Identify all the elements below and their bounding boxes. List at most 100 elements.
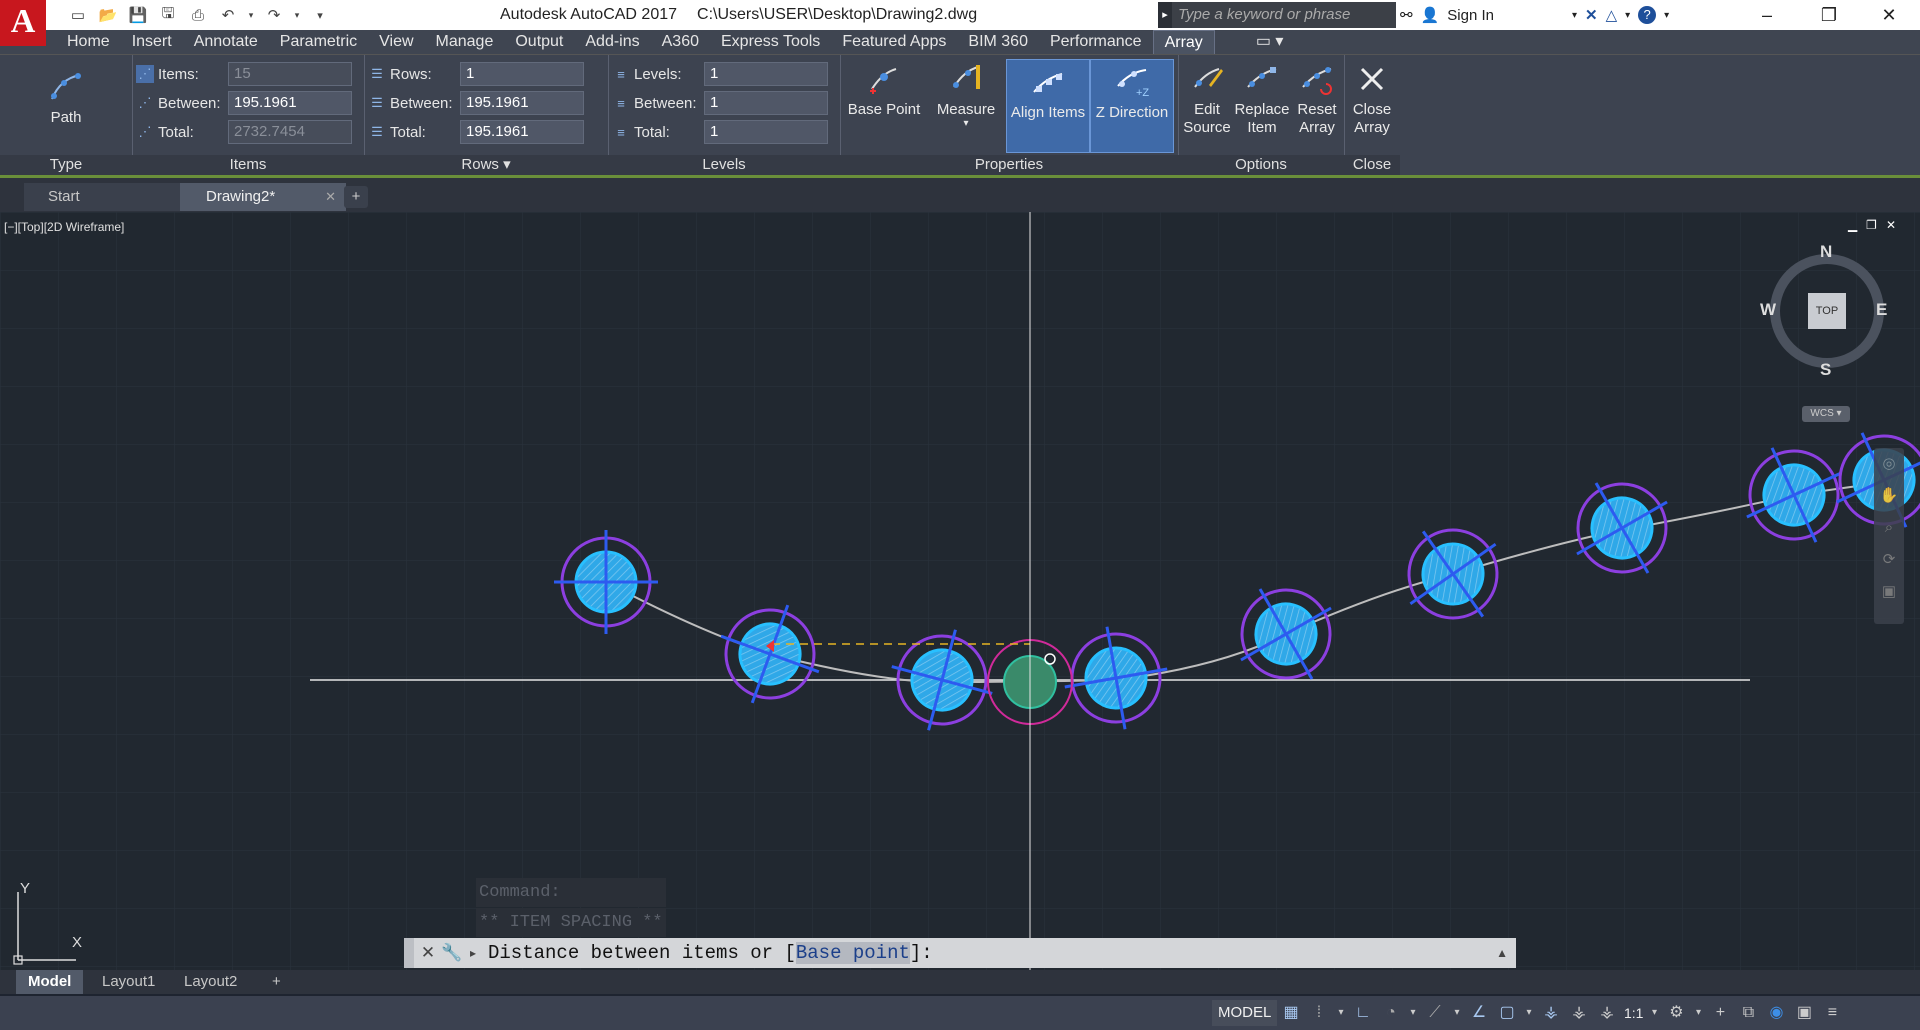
compass-south[interactable]: S [1820, 360, 1831, 380]
tab-output[interactable]: Output [504, 30, 574, 54]
restore-icon[interactable]: ❐ [1800, 0, 1858, 30]
tab-model[interactable]: Model [16, 970, 84, 994]
tab-layout1[interactable]: Layout1 [90, 970, 167, 994]
tab-manage[interactable]: Manage [425, 30, 505, 54]
annotation-scale-icon[interactable]: ⚶ [1596, 1000, 1618, 1026]
print-icon[interactable]: ⎙ [186, 4, 210, 26]
autocad-logo[interactable]: A [0, 0, 46, 46]
rows-panel-label[interactable]: Rows ▾ [364, 155, 608, 175]
tab-layout2[interactable]: Layout2 [172, 970, 249, 994]
annotation-scale-value[interactable]: 1:1 [1624, 1000, 1643, 1026]
auto-scale-icon[interactable]: ⚶ [1568, 1000, 1590, 1026]
levels-total-input[interactable]: 1 [704, 120, 828, 144]
viewport-close-icon[interactable]: ✕ [1886, 218, 1896, 232]
annotation-monitor-icon[interactable]: + [1709, 1000, 1731, 1026]
pan-icon[interactable]: ✋ [1874, 480, 1904, 512]
tab-express-tools[interactable]: Express Tools [710, 30, 831, 54]
autodesk-dropdown-icon[interactable]: ▾ [1625, 10, 1630, 21]
viewcube-top-face[interactable]: TOP [1808, 293, 1846, 329]
tab-close-icon[interactable]: ✕ [325, 183, 336, 211]
snap-icon[interactable]: ⁞ [1308, 1000, 1330, 1026]
viewport-minimize-icon[interactable]: ▁ [1848, 218, 1857, 232]
new-tab-icon[interactable]: + [344, 186, 368, 208]
tab-start[interactable]: Start [24, 183, 198, 211]
binoculars-icon[interactable]: ⚯ [1400, 6, 1413, 24]
save-icon[interactable]: 💾 [126, 4, 150, 26]
redo-icon[interactable]: ↷ [262, 4, 286, 26]
tab-drawing2[interactable]: Drawing2* ✕ [180, 183, 346, 211]
command-history-toggle-icon[interactable]: ▲ [1496, 938, 1508, 968]
tab-performance[interactable]: Performance [1039, 30, 1153, 54]
drawing-viewport[interactable]: [−][Top][2D Wireframe] ▁ ❐ ✕ TOP N S W E… [0, 212, 1920, 972]
tab-bim-360[interactable]: BIM 360 [957, 30, 1039, 54]
levels-count-input[interactable]: 1 [704, 62, 828, 86]
grid-icon[interactable]: ▦ [1280, 1000, 1302, 1026]
rows-total-input[interactable]: 195.1961 [460, 120, 584, 144]
base-point-button[interactable]: Base Point [844, 61, 924, 119]
viewcube[interactable]: TOP N S W E [1760, 242, 1890, 379]
save-as-icon[interactable]: 🖫 [156, 4, 180, 26]
tab-view[interactable]: View [368, 30, 424, 54]
customize-qat-icon[interactable]: ▾ [308, 4, 332, 26]
search-input[interactable]: Type a keyword or phrase [1172, 2, 1396, 28]
items-between-input[interactable]: 195.1961 [228, 91, 352, 115]
base-point-option[interactable]: Base point [795, 942, 910, 964]
minimize-icon[interactable]: – [1738, 0, 1796, 30]
ribbon-display-toggle-icon[interactable]: ▭ ▾ [1245, 30, 1295, 54]
command-line[interactable]: ✕ 🔧 ▸ Distance between items or [Base po… [404, 938, 1516, 968]
measure-button[interactable]: Measure ▾ [928, 61, 1004, 129]
tab-array[interactable]: Array [1152, 30, 1215, 54]
tab-parametric[interactable]: Parametric [269, 30, 368, 54]
customization-menu-icon[interactable]: ≡ [1821, 1000, 1843, 1026]
hardware-acceleration-icon[interactable]: ◉ [1765, 1000, 1787, 1026]
clean-screen-icon[interactable]: ▣ [1793, 1000, 1815, 1026]
viewport-controls-label[interactable]: [−][Top][2D Wireframe] [4, 220, 124, 234]
compass-west[interactable]: W [1760, 300, 1776, 320]
replace-item-button[interactable]: Replace Item [1234, 61, 1290, 137]
path-button[interactable]: Path [34, 69, 98, 127]
edit-source-button[interactable]: Edit Source [1180, 61, 1234, 137]
items-count-input[interactable]: 15 [228, 62, 352, 86]
new-file-icon[interactable]: ▭ [66, 4, 90, 26]
help-dropdown-icon[interactable]: ▾ [1664, 10, 1669, 21]
isodraft-icon[interactable]: ⟋ [1424, 1000, 1446, 1026]
tab-home[interactable]: Home [56, 30, 121, 54]
levels-between-input[interactable]: 1 [704, 91, 828, 115]
tab-annotate[interactable]: Annotate [183, 30, 269, 54]
object-snap-dropdown-icon[interactable]: ▾ [1524, 1000, 1534, 1026]
redo-dropdown-icon[interactable]: ▾ [292, 4, 302, 26]
isolate-objects-icon[interactable]: ⧉ [1737, 1000, 1759, 1026]
workspace-dropdown-icon[interactable]: ▾ [1693, 1000, 1703, 1026]
reset-array-button[interactable]: Reset Array [1290, 61, 1344, 137]
annotation-scale-dropdown-icon[interactable]: ▾ [1649, 1000, 1659, 1026]
model-space-toggle[interactable]: MODEL [1212, 1000, 1278, 1026]
command-prompt-text[interactable]: Distance between items or [Base point]: [488, 938, 933, 968]
exchange-icon[interactable]: ✕ [1585, 6, 1598, 24]
open-file-icon[interactable]: 📂 [96, 4, 120, 26]
undo-icon[interactable]: ↶ [216, 4, 240, 26]
rows-count-input[interactable]: 1 [460, 62, 584, 86]
compass-north[interactable]: N [1820, 242, 1832, 262]
items-total-input[interactable]: 2732.7454 [228, 120, 352, 144]
search-expand-icon[interactable]: ▸ [1158, 2, 1172, 28]
annotation-visibility-icon[interactable]: ⚶ [1540, 1000, 1562, 1026]
zoom-extents-icon[interactable]: ⌕ [1874, 512, 1904, 544]
measure-dropdown-icon[interactable]: ▾ [963, 119, 968, 129]
help-icon[interactable]: ? [1638, 6, 1657, 24]
compass-east[interactable]: E [1876, 300, 1887, 320]
viewport-restore-icon[interactable]: ❐ [1866, 218, 1877, 232]
full-navigation-wheel-icon[interactable]: ◎ [1874, 448, 1904, 480]
tab-add-ins[interactable]: Add-ins [574, 30, 650, 54]
workspace-gear-icon[interactable]: ⚙ [1665, 1000, 1687, 1026]
ortho-icon[interactable]: ∟ [1352, 1000, 1374, 1026]
tab-featured-apps[interactable]: Featured Apps [831, 30, 957, 54]
command-customize-icon[interactable]: 🔧 [440, 938, 464, 968]
object-snap-tracking-icon[interactable]: ∠ [1468, 1000, 1490, 1026]
z-direction-button[interactable]: +Z Z Direction [1090, 59, 1174, 153]
new-layout-icon[interactable]: + [260, 970, 293, 994]
rows-between-input[interactable]: 195.1961 [460, 91, 584, 115]
user-icon[interactable]: 👤 [1421, 6, 1440, 24]
snap-dropdown-icon[interactable]: ▾ [1336, 1000, 1346, 1026]
orbit-icon[interactable]: ⟳ [1874, 544, 1904, 576]
tab-insert[interactable]: Insert [121, 30, 183, 54]
